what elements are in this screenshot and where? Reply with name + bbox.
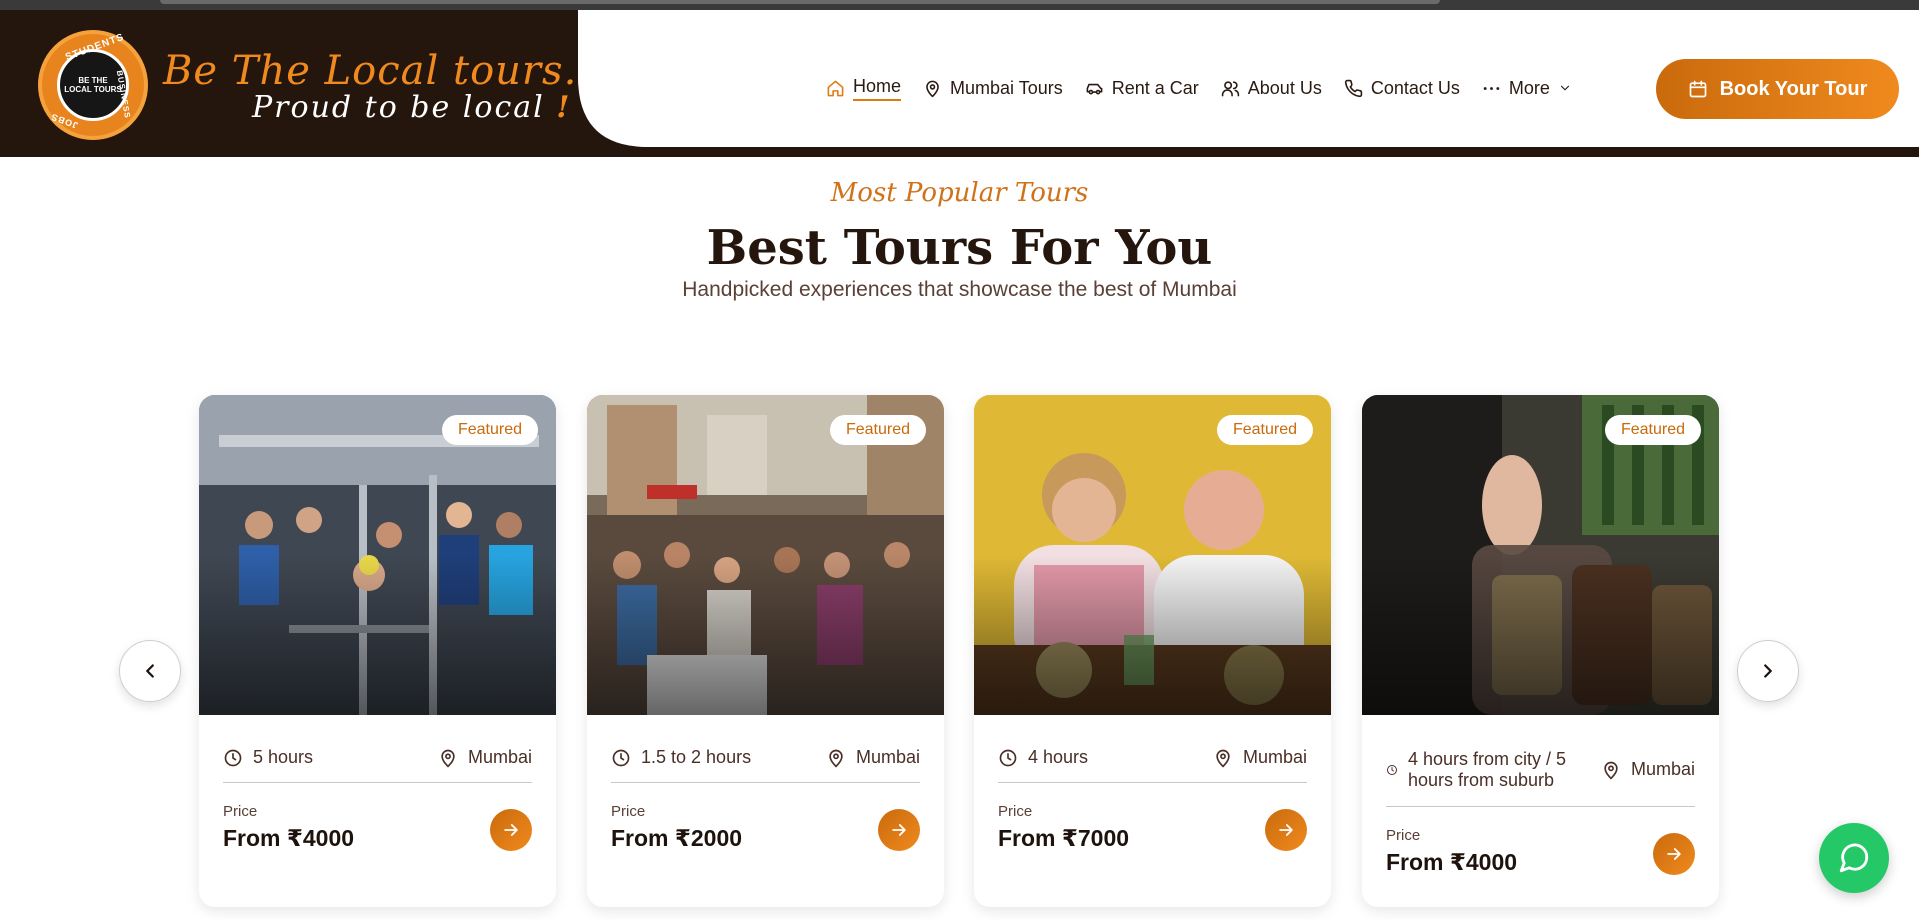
clock-icon — [999, 749, 1017, 766]
chat-bubble-icon — [1839, 843, 1869, 873]
clock-icon — [1387, 764, 1397, 775]
arrow-right-icon — [892, 824, 906, 836]
home-icon — [827, 80, 844, 96]
tour-card[interactable]: Featured Mumbai Street Food Tour 4 hours… — [974, 395, 1331, 907]
carousel-prev-button[interactable] — [119, 640, 181, 702]
location-text: Mumbai — [1630, 759, 1695, 779]
section-subtitle: Handpicked experiences that showcase the… — [682, 278, 1237, 301]
duration-text: 5 hours — [253, 747, 314, 767]
nav-item-more[interactable]: More — [1482, 72, 1572, 104]
location-text: Mumbai — [855, 747, 920, 767]
map-pin-icon — [1604, 761, 1618, 779]
featured-badge: Featured — [1216, 415, 1313, 445]
tour-duration: 4 hours from city / 5 hours from suburb — [1386, 749, 1596, 791]
tour-location: Mumbai — [1213, 747, 1307, 768]
chevron-right-icon — [1764, 664, 1772, 678]
tour-card[interactable]: Featured Mumbai Market Mania Tour 4 hour… — [1362, 395, 1719, 907]
brand-logo[interactable]: BE THE LOCAL TOURS STUDENTS BUSINESS JOB… — [38, 30, 148, 140]
users-icon — [1221, 80, 1239, 96]
nav-label: Rent a Car — [1111, 77, 1199, 98]
location-text: Mumbai — [467, 747, 532, 767]
photo-shade — [199, 555, 556, 715]
nav-label: Contact Us — [1370, 77, 1460, 98]
tour-meta: 1.5 to 2 hours Mumbai — [611, 733, 920, 783]
tour-location: Mumbai — [438, 747, 532, 768]
brand-title: Be The Local tours. — [163, 48, 578, 94]
brand-tagline: Proud to be local ! — [252, 90, 571, 125]
price-value: From ₹4000 — [1386, 849, 1518, 875]
nav-item-contact-us[interactable]: Contact Us — [1344, 72, 1460, 104]
book-tour-button[interactable]: Book Your Tour — [1656, 59, 1899, 119]
map-pin-icon — [441, 749, 455, 767]
tour-details-button[interactable] — [490, 809, 532, 851]
clock-icon — [612, 749, 630, 766]
photo-shade — [974, 555, 1331, 715]
price-value: From ₹2000 — [611, 825, 743, 851]
price-label: Price — [998, 803, 1033, 820]
nav-label: Home — [853, 76, 902, 101]
price-value: From ₹4000 — [223, 825, 355, 851]
arrow-right-icon — [1279, 824, 1293, 836]
phone-icon — [1344, 79, 1363, 97]
nav-label: More — [1508, 77, 1550, 98]
photo-shade — [587, 555, 944, 715]
tour-title[interactable]: Mumbai Street Food Tour — [994, 850, 1314, 885]
duration-text: 1.5 to 2 hours — [641, 747, 752, 767]
map-pin-icon — [926, 80, 939, 97]
chevron-left-icon — [146, 664, 154, 678]
nav-item-about-us[interactable]: About Us — [1221, 72, 1322, 104]
tour-duration: 1.5 to 2 hours — [611, 747, 751, 768]
car-icon — [1086, 83, 1103, 94]
nav-item-rent-a-car[interactable]: Rent a Car — [1085, 72, 1199, 104]
nav-item-home[interactable]: Home — [826, 72, 902, 104]
browser-top-strip — [0, 0, 1919, 10]
arrow-right-icon — [504, 824, 518, 836]
nav-label: About Us — [1247, 77, 1322, 98]
tour-card[interactable]: Featured Bhuleshwar Bazaar Walking Tour … — [587, 395, 944, 907]
price-value: From ₹7000 — [998, 825, 1130, 851]
chevron-down-icon — [1560, 85, 1569, 91]
tour-details-button[interactable] — [878, 809, 920, 851]
clock-icon — [224, 749, 242, 766]
calendar-icon — [1689, 80, 1706, 98]
tour-details-button[interactable] — [1653, 833, 1695, 875]
map-pin-icon — [1216, 749, 1230, 767]
arrow-right-icon — [1667, 848, 1681, 860]
browser-scroll-strip — [160, 0, 1440, 4]
duration-text: 4 hours from city / 5 hours from suburb — [1408, 748, 1567, 790]
tour-meta: 4 hours Mumbai — [998, 733, 1307, 783]
tour-location: Mumbai — [826, 747, 920, 768]
nav-item-mumbai-tours[interactable]: Mumbai Tours — [923, 72, 1063, 104]
more-icon — [1483, 86, 1500, 90]
featured-badge: Featured — [829, 415, 926, 445]
price-label: Price — [1386, 827, 1421, 844]
brand-tagline-text: Proud to be local — [252, 90, 545, 125]
featured-badge: Featured — [1604, 415, 1701, 445]
tour-location: Mumbai — [1601, 759, 1695, 780]
duration-text: 4 hours — [1028, 747, 1089, 767]
book-tour-label: Book Your Tour — [1719, 77, 1868, 100]
nav-label: Mumbai Tours — [950, 77, 1063, 98]
section-title: Best Tours For You — [706, 220, 1213, 276]
carousel-next-button[interactable] — [1737, 640, 1799, 702]
price-label: Price — [223, 803, 258, 820]
section-eyebrow: Most Popular Tours — [830, 178, 1089, 208]
tour-duration: 5 hours — [223, 747, 313, 768]
featured-badge: Featured — [441, 415, 538, 445]
tour-details-button[interactable] — [1265, 809, 1307, 851]
price-label: Price — [611, 803, 646, 820]
location-text: Mumbai — [1242, 747, 1307, 767]
site-header: BE THE LOCAL TOURS STUDENTS BUSINESS JOB… — [0, 10, 1919, 157]
main-nav: Home Mumbai Tours Rent a Car About Us Co… — [826, 72, 1594, 104]
map-pin-icon — [829, 749, 843, 767]
chat-button[interactable] — [1819, 823, 1889, 893]
logo-text: BE THE LOCAL TOURS — [64, 76, 122, 94]
photo-shade — [1362, 555, 1719, 715]
brand-tagline-mark: ! — [556, 90, 572, 125]
tour-duration: 4 hours — [998, 747, 1088, 768]
tour-meta: 4 hours from city / 5 hours from suburb … — [1386, 733, 1695, 807]
tour-card[interactable]: Featured Mumbai Lifeline Tour - Complete… — [199, 395, 556, 907]
tour-meta: 5 hours Mumbai — [223, 733, 532, 783]
